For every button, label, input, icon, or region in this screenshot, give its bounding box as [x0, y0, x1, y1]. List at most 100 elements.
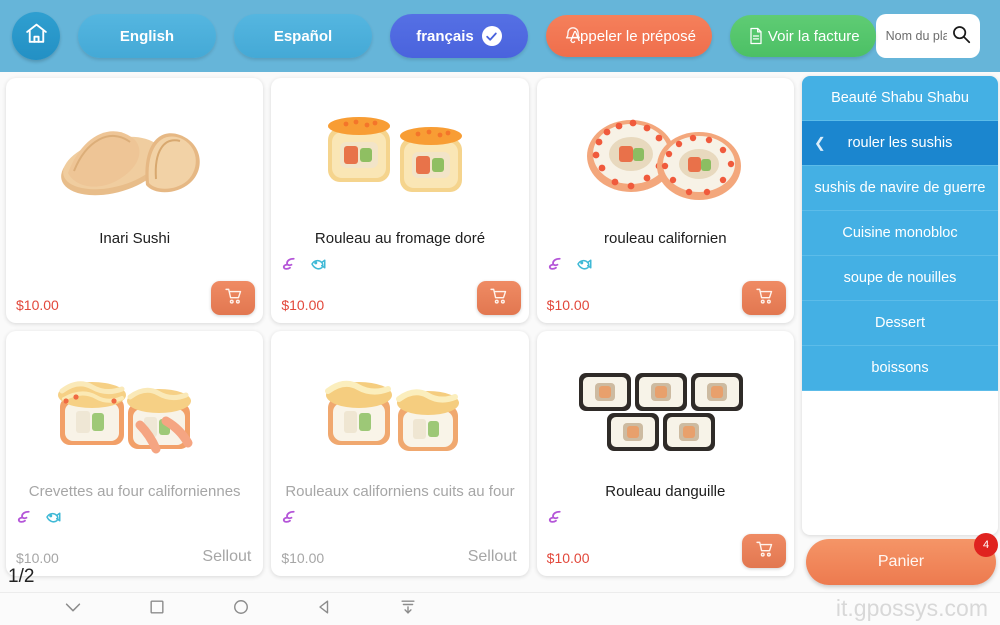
- eel-roll-image: [537, 337, 794, 477]
- shrimp-icon: [547, 255, 565, 273]
- california-roll-image: [537, 84, 794, 224]
- category-label: sushis de navire de guerre: [814, 180, 986, 196]
- baked-california-roll-image: [271, 337, 528, 477]
- check-circle-icon: [481, 26, 502, 46]
- menu-item-price: $10.00: [546, 297, 590, 313]
- fish-icon: [575, 255, 593, 273]
- menu-item-name: Rouleaux californiens cuits au four: [285, 483, 515, 500]
- menu-item-footer: $10.00: [537, 281, 794, 323]
- menu-item-price: $10.00: [281, 297, 325, 313]
- search-box[interactable]: [875, 14, 980, 58]
- cart-count-badge: 4: [974, 533, 998, 557]
- add-to-cart-button[interactable]: [211, 281, 256, 315]
- menu-item-tags: [271, 247, 528, 273]
- menu-item-tags: [6, 500, 263, 526]
- cart-button[interactable]: Panier 4: [806, 533, 998, 585]
- top-header: English Español français Appeler le prép…: [0, 0, 1000, 72]
- menu-item-name: Rouleau danguille: [605, 483, 726, 500]
- add-to-cart-button[interactable]: [742, 534, 786, 568]
- sellout-label: Sellout: [202, 548, 252, 565]
- category-label: rouler les sushis: [847, 135, 953, 151]
- menu-item-tags: [271, 500, 528, 526]
- category-label: boissons: [871, 360, 929, 376]
- menu-item-tags: [6, 247, 263, 273]
- call-staff-button[interactable]: Appeler le préposé: [546, 15, 712, 57]
- add-to-cart-button[interactable]: [476, 281, 521, 315]
- menu-item-footer: $10.00: [271, 281, 528, 323]
- cart-label: Panier: [877, 553, 925, 570]
- page-indicator: 1/2: [8, 566, 35, 587]
- sidebar-item-soupe-de-nouilles[interactable]: soupe de nouilles: [802, 256, 998, 301]
- menu-item-footer: $10.00 Sellout: [271, 548, 528, 576]
- baked-shrimp-image: [6, 337, 263, 477]
- sidebar-item-cuisine-monobloc[interactable]: Cuisine monobloc: [802, 211, 998, 256]
- category-sidebar: Beauté Shabu Shabu ❮ rouler les sushis s…: [802, 76, 998, 535]
- menu-item-price: $10.00: [546, 550, 590, 566]
- menu-item-tags: [537, 247, 794, 273]
- fish-icon: [44, 508, 62, 526]
- category-label: Beauté Shabu Shabu: [831, 90, 969, 106]
- language-button-english[interactable]: English: [78, 14, 216, 58]
- download-icon[interactable]: [398, 597, 418, 622]
- menu-item-footer: $10.00: [6, 281, 263, 323]
- add-to-cart-button[interactable]: [742, 281, 786, 315]
- menu-item-card[interactable]: Rouleau danguille $10.00: [536, 331, 794, 576]
- menu-grid: Inari Sushi $10.00 Rouleau au fromage do…: [0, 72, 800, 576]
- language-label: français: [416, 27, 474, 45]
- triangle-back-icon[interactable]: [315, 597, 335, 622]
- sellout-label: Sellout: [467, 548, 517, 565]
- inari-sushi-image: [6, 84, 263, 224]
- category-label: Dessert: [875, 315, 925, 331]
- menu-item-name: Inari Sushi: [99, 230, 171, 247]
- menu-item-name: Crevettes au four californiennes: [28, 483, 241, 500]
- chevron-left-icon[interactable]: ❮: [814, 135, 826, 152]
- fish-icon: [309, 255, 327, 273]
- sidebar-item-beaute-shabu-shabu[interactable]: Beauté Shabu Shabu: [802, 76, 998, 121]
- menu-item-footer: $10.00: [537, 534, 794, 576]
- sidebar-item-dessert[interactable]: Dessert: [802, 301, 998, 346]
- home-button[interactable]: [12, 12, 60, 60]
- language-label: Español: [273, 27, 333, 45]
- app-screen: English Español français Appeler le prép…: [0, 0, 1000, 625]
- sidebar-item-sushis-de-navire-de-guerre[interactable]: sushis de navire de guerre: [802, 166, 998, 211]
- document-icon: [746, 26, 766, 46]
- menu-item-price: $10.00: [281, 550, 325, 566]
- menu-item-card[interactable]: Inari Sushi $10.00: [6, 78, 264, 323]
- menu-item-card[interactable]: Crevettes au four californiennes $10.00 …: [6, 331, 264, 576]
- menu-item-name: Rouleau au fromage doré: [314, 230, 486, 247]
- menu-item-name: rouleau californien: [604, 230, 727, 247]
- menu-item-card[interactable]: Rouleaux californiens cuits au four $10.…: [271, 331, 529, 576]
- sidebar-item-boissons[interactable]: boissons: [802, 346, 998, 391]
- search-icon[interactable]: [950, 23, 972, 50]
- view-bill-button[interactable]: Voir la facture: [729, 15, 876, 57]
- menu-item-card[interactable]: rouleau californien $10.00: [536, 78, 794, 323]
- menu-item-price: $10.00: [16, 297, 59, 313]
- call-staff-label: Appeler le préposé: [570, 27, 696, 45]
- menu-item-footer: $10.00 Sellout: [6, 548, 263, 576]
- language-button-espanol[interactable]: Español: [234, 14, 372, 58]
- category-label: soupe de nouilles: [843, 270, 957, 286]
- home-icon: [24, 21, 49, 51]
- shrimp-icon: [547, 508, 565, 526]
- watermark: it.gpossys.com: [835, 595, 988, 621]
- cheese-roll-image: [271, 84, 528, 224]
- shrimp-icon: [281, 508, 299, 526]
- cart-icon: [223, 285, 244, 311]
- bell-icon: [562, 25, 584, 47]
- square-icon[interactable]: [147, 597, 167, 622]
- category-label: Cuisine monobloc: [842, 225, 958, 241]
- circle-icon[interactable]: [231, 597, 251, 622]
- cart-icon: [488, 285, 509, 311]
- language-button-francais[interactable]: français: [390, 14, 528, 58]
- view-bill-label: Voir la facture: [767, 27, 860, 45]
- shrimp-icon: [281, 255, 299, 273]
- sidebar-item-rouler-les-sushis[interactable]: ❮ rouler les sushis: [802, 121, 998, 166]
- shrimp-icon: [16, 508, 34, 526]
- chevron-down-icon[interactable]: [62, 596, 84, 623]
- search-input[interactable]: [885, 29, 947, 43]
- language-label: English: [119, 27, 175, 45]
- cart-icon: [754, 285, 775, 311]
- cart-icon: [754, 538, 775, 564]
- menu-item-tags: [537, 500, 794, 526]
- menu-item-card[interactable]: Rouleau au fromage doré $10.00: [271, 78, 529, 323]
